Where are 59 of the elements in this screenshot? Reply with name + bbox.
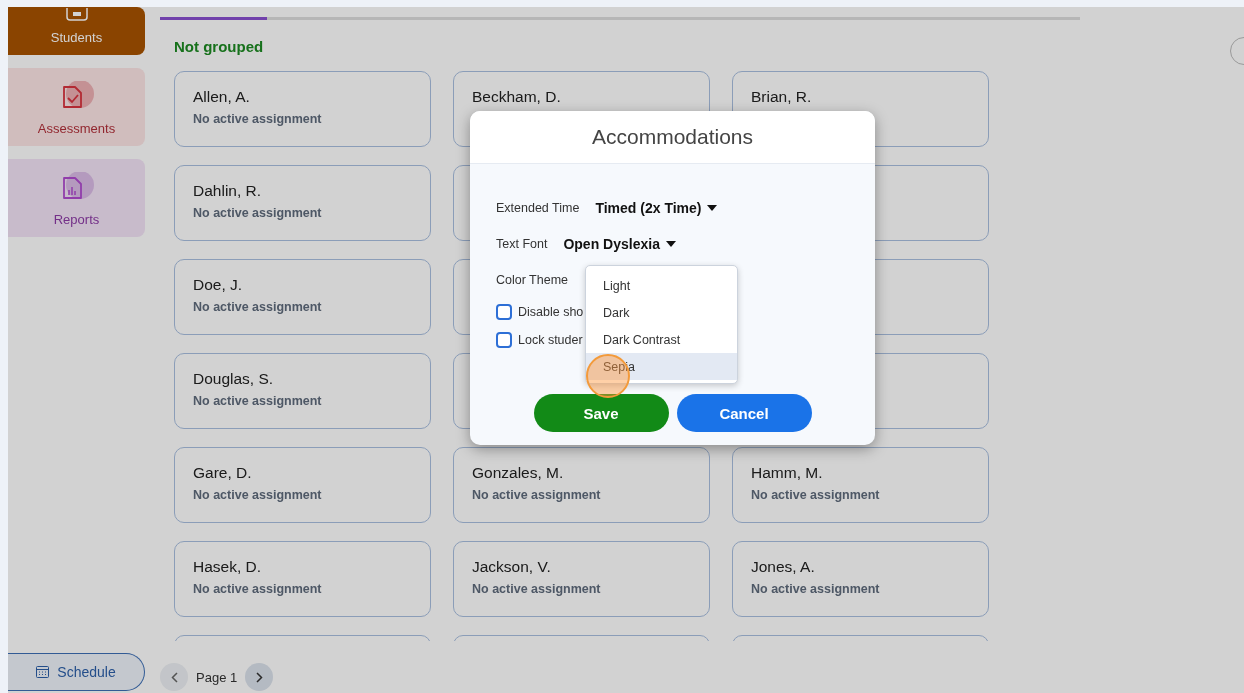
field-label: Color Theme [496,273,569,287]
menu-option[interactable]: Light [586,272,737,299]
student-card[interactable]: Doe, J. No active assignment [174,259,431,335]
assignment-status: No active assignment [751,488,881,502]
previous-page-button[interactable] [160,663,188,691]
student-card[interactable]: Douglas, S. No active assignment [174,353,431,429]
student-name: Dahlin, R. [193,182,263,200]
student-card[interactable]: Gonzales, M. No active assignment [453,447,710,523]
caret-icon [707,205,718,211]
assignment-status: No active assignment [472,488,602,502]
person-card-icon [65,8,88,22]
student-name: Gonzales, M. [472,464,565,482]
chevron-right-icon [255,671,263,683]
calendar-icon [36,666,50,678]
sidebar-item[interactable]: Students [8,7,145,55]
menu-option[interactable]: Dark [586,299,737,326]
field-label: Text Font [496,237,548,251]
assignment-status: No active assignment [193,112,323,126]
schedule-button[interactable]: Schedule [8,653,145,691]
checkbox[interactable] [496,332,512,348]
student-name: Douglas, S. [193,370,275,388]
next-page-button[interactable] [245,663,274,691]
student-card[interactable]: Gare, D. No active assignment [174,447,431,523]
student-card[interactable]: Jones, A. No active assignment [732,541,989,617]
student-name: Jones, A. [751,558,816,576]
save-button[interactable]: Save [533,394,669,432]
assignment-status: No active assignment [472,582,602,596]
checkbox-label: Disable sho [518,305,584,319]
chevron-left-icon [170,671,178,683]
field-label: Extended Time [496,201,580,215]
assignment-status: No active assignment [193,394,323,408]
cancel-button[interactable]: Cancel [676,394,812,432]
student-card[interactable]: Jackson, V. No active assignment [453,541,710,617]
dropdown-select[interactable]: Timed (2x Time) [595,200,718,216]
menu-option[interactable]: Dark Contrast [586,326,737,353]
student-name: Hasek, D. [193,558,263,576]
student-name: Hamm, M. [751,464,824,482]
student-name: Jackson, V. [472,558,552,576]
student-name: Allen, A. [193,88,251,106]
page-label: Page 1 [196,669,238,685]
student-name: Brian, R. [751,88,813,106]
assignment-status: No active assignment [193,300,323,314]
student-name: Gare, D. [193,464,253,482]
checkbox[interactable] [496,304,512,320]
sidebar-item[interactable]: Assessments [8,68,145,146]
student-name: Doe, J. [193,276,244,294]
sidebar-item[interactable]: Reports [8,159,145,237]
student-name: Beckham, D. [472,88,562,106]
assignment-status: No active assignment [193,582,323,596]
assignment-status: No active assignment [751,582,881,596]
student-card[interactable]: Hamm, M. No active assignment [732,447,989,523]
student-card[interactable]: Dahlin, R. No active assignment [174,165,431,241]
checkbox-label: Lock studer [518,333,583,347]
dropdown-select[interactable]: Open Dyslexia [563,236,676,252]
student-card[interactable]: Allen, A. No active assignment [174,71,431,147]
assignment-status: No active assignment [193,206,323,220]
group-title: Not grouped [174,38,264,55]
student-card[interactable]: Hasek, D. No active assignment [174,541,431,617]
assignment-status: No active assignment [193,488,323,502]
